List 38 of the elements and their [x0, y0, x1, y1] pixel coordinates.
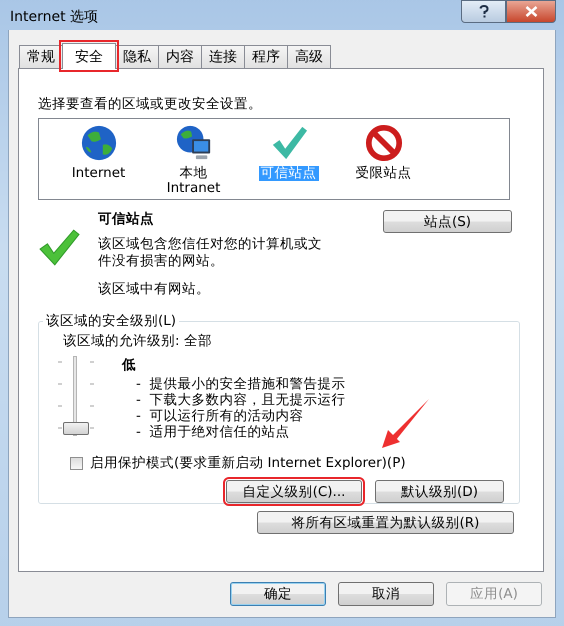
zone-note: 该区域中有网站。 [98, 280, 211, 298]
level-description: - 提供最小的安全措施和警告提示 [136, 376, 346, 392]
sites-button[interactable]: 站点(S) [383, 210, 512, 233]
tab[interactable]: 安全 [62, 43, 116, 69]
tab[interactable]: 内容 [158, 45, 202, 68]
globe-icon [80, 124, 118, 162]
dialog-button[interactable]: 确定 [230, 582, 326, 606]
help-icon [478, 5, 488, 18]
globe-monitor-icon [174, 124, 212, 162]
level-name: 低 [122, 356, 137, 374]
prohibited-icon [364, 124, 402, 162]
level-description: - 适用于绝对信任的站点 [136, 424, 290, 440]
close-button[interactable] [506, 0, 556, 23]
zone-description: 该区域包含您信任对您的计算机或文件没有损害的网站。 [98, 236, 323, 270]
zone-prompt: 选择要查看的区域或更改安全设置。 [38, 95, 263, 113]
zone-item[interactable]: 本地 Intranet [164, 166, 222, 196]
level-button[interactable]: 自定义级别(C)... [226, 480, 362, 503]
close-icon [524, 6, 538, 17]
checkbox-label[interactable]: 启用保护模式(要求重新启动 Internet Explorer)(P) [90, 454, 406, 472]
tab[interactable]: 高级 [287, 45, 331, 68]
tab[interactable]: 常规 [19, 45, 63, 68]
slider-thumb[interactable] [63, 422, 89, 435]
tab[interactable]: 程序 [244, 45, 288, 68]
allowed-level-text: 该区域的允许级别: 全部 [63, 332, 213, 350]
help-button[interactable] [461, 0, 506, 23]
reset-button[interactable]: 将所有区域重置为默认级别(R) [257, 511, 514, 534]
tab[interactable]: 连接 [201, 45, 245, 68]
group-legend: 该区域的安全级别(L) [43, 312, 180, 330]
zone-item[interactable]: Internet [70, 166, 128, 181]
zone-title: 可信站点 [98, 210, 155, 228]
dialog-button[interactable]: 取消 [338, 582, 434, 606]
level-description: - 下载大多数内容，且无提示运行 [136, 392, 346, 408]
tab[interactable]: 隐私 [115, 45, 159, 68]
level-description: - 可以运行所有的活动内容 [136, 408, 304, 424]
checkbox[interactable] [70, 456, 83, 470]
window-title: Internet 选项 [10, 8, 100, 26]
level-button[interactable]: 默认级别(D) [375, 480, 504, 503]
zone-item[interactable]: 受限站点 [354, 166, 414, 181]
